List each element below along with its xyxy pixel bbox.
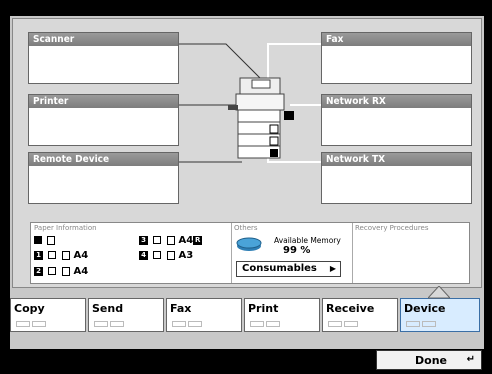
consumables-label: Consumables [242, 263, 317, 274]
consumables-button[interactable]: Consumables ▶ [236, 261, 341, 277]
manual-feed-icon [34, 236, 42, 244]
active-tab-pointer [428, 286, 450, 299]
tab-fax[interactable]: Fax [166, 298, 242, 332]
tray-icon [153, 236, 162, 244]
tab-label: Fax [170, 302, 192, 315]
tab-label: Device [404, 302, 446, 315]
done-button[interactable]: Done ↵ [376, 350, 482, 370]
printer-label: Printer [29, 95, 178, 108]
memory-icon [236, 237, 262, 251]
info-divider [231, 223, 232, 283]
paper-tray-3: 3 A4 R [139, 235, 203, 246]
tray-number: 1 [34, 250, 43, 260]
remote-device-label: Remote Device [29, 153, 178, 166]
tray-icon [153, 251, 162, 259]
tab-send[interactable]: Send [88, 298, 164, 332]
function-tab-bar: Copy Send Fax Print Receive Device [10, 298, 482, 334]
tab-print[interactable]: Print [244, 298, 320, 332]
paper-icon [166, 250, 175, 260]
tray-size: A4 [73, 250, 89, 261]
paper-information-title: Paper Information [34, 224, 97, 232]
tab-label: Copy [14, 302, 45, 315]
paper-icon [61, 266, 70, 276]
tray-size: A4 [73, 266, 89, 277]
tab-device[interactable]: Device [400, 298, 480, 332]
rotated-icon: R [193, 235, 203, 245]
available-memory-label: Available Memory [274, 236, 341, 245]
tray-number: 3 [139, 235, 148, 245]
paper-icon [61, 250, 70, 260]
tray-number: 4 [139, 250, 148, 260]
paper-icon [166, 235, 175, 245]
available-memory-value: 99 % [283, 245, 311, 256]
paper-icon [47, 235, 56, 245]
fax-label: Fax [322, 33, 471, 46]
tray-number: 2 [34, 266, 43, 276]
enter-icon: ↵ [466, 354, 475, 365]
paper-tray-4: 4 A3 [139, 250, 193, 261]
paper-tray-1: 1 A4 [34, 250, 88, 261]
scanner-panel: Scanner [28, 32, 179, 84]
tab-receive[interactable]: Receive [322, 298, 398, 332]
tray-size: A3 [178, 250, 194, 261]
tab-label: Print [248, 302, 279, 315]
network-rx-panel: Network RX [321, 94, 472, 146]
tray-icon [48, 267, 57, 275]
paper-tray-manual [34, 235, 56, 246]
remote-device-panel: Remote Device [28, 152, 179, 204]
recovery-procedures-title: Recovery Procedures [355, 224, 429, 232]
done-label: Done [415, 354, 447, 367]
paper-tray-2: 2 A4 [34, 266, 88, 277]
tray-size: A4 [178, 235, 194, 246]
tab-copy[interactable]: Copy [10, 298, 86, 332]
network-rx-label: Network RX [322, 95, 471, 108]
fax-panel: Fax [321, 32, 472, 84]
network-tx-panel: Network TX [321, 152, 472, 204]
tray-icon [48, 251, 57, 259]
printer-machine-icon [228, 77, 294, 159]
tab-label: Receive [326, 302, 375, 315]
chevron-right-icon: ▶ [329, 264, 336, 273]
tab-label: Send [92, 302, 124, 315]
others-title: Others [234, 224, 258, 232]
info-panel: Paper Information Others Recovery Proced… [30, 222, 470, 284]
scanner-label: Scanner [29, 33, 178, 46]
printer-panel: Printer [28, 94, 179, 146]
info-divider [352, 223, 353, 283]
network-tx-label: Network TX [322, 153, 471, 166]
